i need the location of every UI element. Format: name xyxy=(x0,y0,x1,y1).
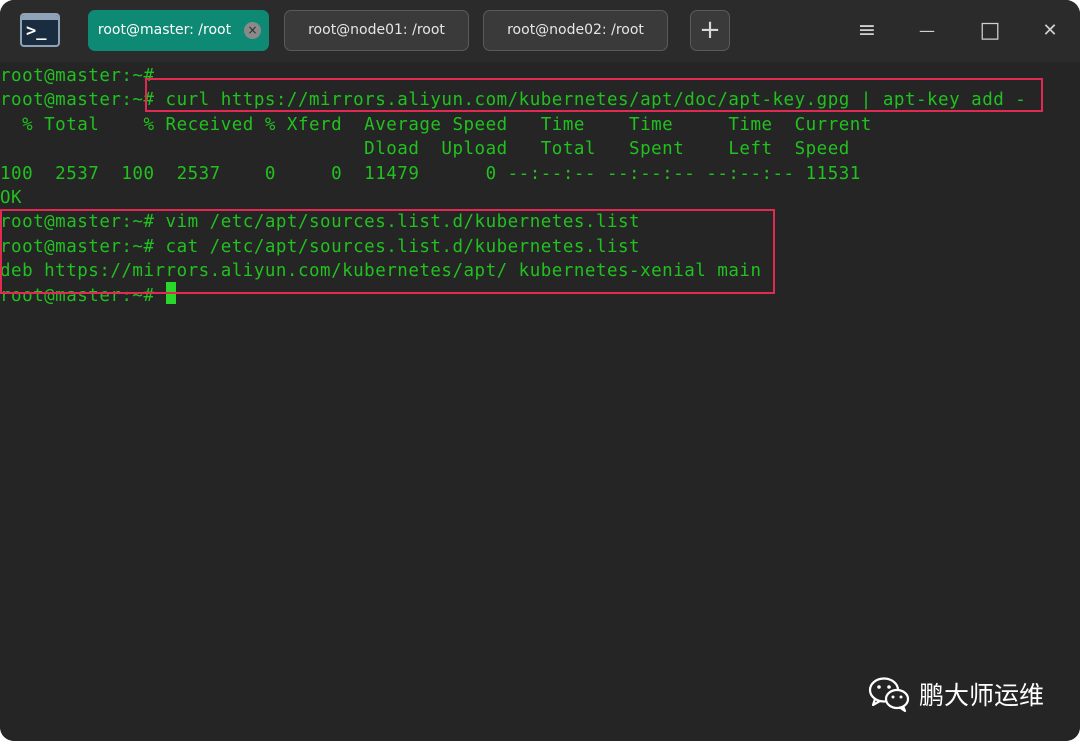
terminal-line: OK xyxy=(0,188,23,208)
tab-label: root@node01: /root xyxy=(308,22,445,38)
tab-close-icon[interactable]: × xyxy=(244,22,261,39)
tab-root-node02[interactable]: root@node02: /root xyxy=(483,10,668,51)
tab-root-node01[interactable]: root@node01: /root xyxy=(284,10,469,51)
tab-root-master[interactable]: root@master: /root × xyxy=(88,10,269,51)
terminal-output[interactable]: root@master:~# root@master:~# curl https… xyxy=(0,62,1080,741)
minimize-icon[interactable]: — xyxy=(912,16,942,46)
watermark: 鹏大师运维 xyxy=(867,675,1044,713)
maximize-icon[interactable]: □ xyxy=(975,16,1005,46)
terminal-window: >_ root@master: /root × root@node01: /ro… xyxy=(0,0,1080,741)
highlight-box-sources-list xyxy=(0,209,775,294)
watermark-text: 鹏大师运维 xyxy=(918,681,1044,710)
menu-icon[interactable]: ≡ xyxy=(852,16,882,46)
close-icon[interactable]: ✕ xyxy=(1035,16,1065,46)
tab-label: root@node02: /root xyxy=(507,22,644,38)
terminal-line: Dload Upload Total Spent Left Speed xyxy=(0,139,850,159)
new-tab-button[interactable]: + xyxy=(690,10,730,51)
terminal-line: 100 2537 100 2537 0 0 11479 0 --:--:-- -… xyxy=(0,164,861,184)
terminal-line: % Total % Received % Xferd Average Speed… xyxy=(0,115,872,135)
terminal-line: root@master:~# xyxy=(0,66,155,86)
highlight-box-curl-command xyxy=(145,78,1043,112)
title-bar: >_ root@master: /root × root@node01: /ro… xyxy=(0,0,1080,62)
wechat-icon xyxy=(868,677,910,713)
tab-label: root@master: /root xyxy=(97,22,232,38)
terminal-app-icon[interactable]: >_ xyxy=(20,13,60,47)
